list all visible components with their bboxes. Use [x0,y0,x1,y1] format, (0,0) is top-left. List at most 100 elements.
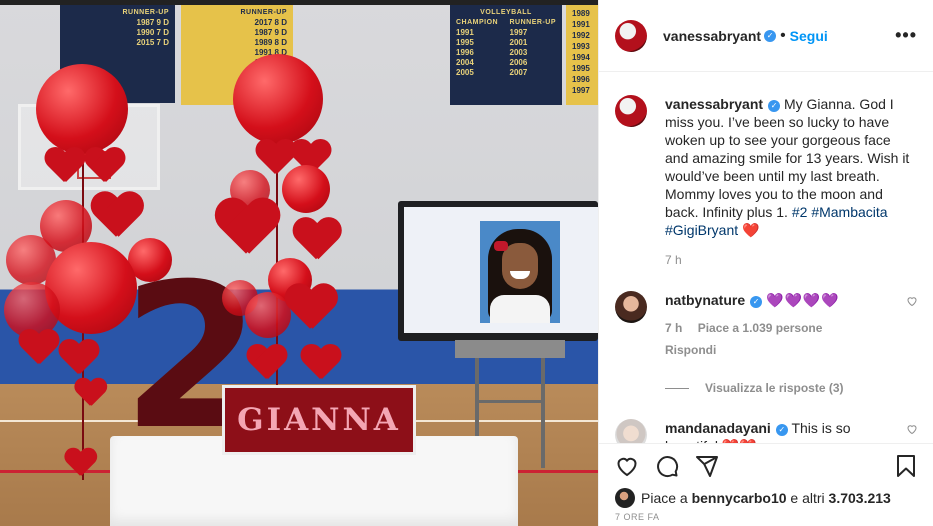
follow-button[interactable]: Segui [790,28,828,44]
banner-title: VOLLEYBALL [480,9,532,16]
hashtag-link[interactable]: #Mambacita [811,204,887,220]
caption-text: My Gianna. God I miss you. I’ve been so … [665,96,910,220]
banner-right: 1989 1991 1992 1993 1994 1995 1996 1997 [566,5,598,105]
balloon [233,54,323,144]
comment-likes[interactable]: Piace a 1.039 persone [698,321,823,335]
banner-col-runner-up: RUNNER-UP 1997 2001 2003 2006 2007 [510,18,557,78]
balloon [36,64,128,154]
balloon [45,242,137,334]
heart-balloon [284,285,336,332]
banner-head: RUNNER-UP [240,9,287,16]
heart-balloon [292,218,340,261]
avatar[interactable] [615,95,647,127]
banner-year: 1995 [572,64,590,73]
banner-year: 1995 [456,38,474,47]
more-options-icon[interactable]: ••• [895,25,917,46]
heart-balloon [214,199,278,257]
likes-user[interactable]: bennycarbo10 [692,490,787,506]
comment-item: natbynature ✓ 💜💜💜💜 7 h Piace a 1.039 pers… [615,291,918,359]
verified-badge-icon: ✓ [750,296,763,308]
comment-username[interactable]: mandanadayani [665,420,771,436]
avatar[interactable] [615,488,635,508]
stand-bar [455,340,565,358]
comments-list[interactable]: vanessabryant ✓ My Gianna. God I miss you… [599,73,933,443]
hashtag-link[interactable]: #GigiBryant [665,222,738,238]
author-username[interactable]: vanessabryant [663,28,761,44]
comment-username[interactable]: natbynature [665,292,745,308]
replies-line [665,387,689,389]
share-icon[interactable] [695,454,719,478]
comment-text: 💜💜💜💜 [766,292,840,308]
heart-outline-icon-svg [907,425,917,435]
heart-outline-icon[interactable] [906,423,918,438]
caption-time[interactable]: 7 h [665,251,917,269]
action-bar [615,454,918,478]
banner-year: 2001 [509,38,528,47]
gianna-rose-sign: GIANNA [222,385,416,455]
banner-col-champion: CHAMPION 1991 1995 1996 2004 2005 [456,18,498,78]
heart-balloon [90,193,142,240]
comment-meta: 7 h Piace a 1.039 persone [665,319,895,337]
banner-head: RUNNER-UP [122,9,169,16]
banner-line: 1987 9 D [136,18,169,27]
banner-line: 1990 7 D [136,28,169,37]
banner-year: 1989 [572,9,590,18]
comment-time[interactable]: 7 h [665,321,682,335]
avatar[interactable] [615,419,647,443]
caption-username[interactable]: vanessabryant [665,96,763,112]
banner-year: 1996 [456,48,474,57]
banner-line: 1989 8 D [254,38,287,47]
portrait-photo [480,221,560,323]
red-heart-emoji: ❤️ [742,222,760,238]
banner-columns: CHAMPION 1991 1995 1996 2004 2005 RUNNER… [456,18,556,78]
comment-body: mandanadayani✓ This is so beautiful ❤️❤️ [665,419,895,443]
post-footer: Piace a bennycarbo10 e altri 3.703.213 7… [599,443,933,526]
banner-year: 1997 [509,28,528,37]
stand-bar [541,358,545,468]
banner-line: 2017 8 D [254,18,287,27]
banner-line: 1987 9 D [254,28,287,37]
comment-icon[interactable] [655,454,679,478]
banner-year: 1992 [572,31,590,40]
banner-year: 1996 [572,75,590,84]
banner-year: 2007 [509,68,528,77]
heart-outline-icon[interactable] [615,454,639,478]
portrait-bow [494,241,508,251]
heart-outline-icon-svg [907,297,917,307]
heart-balloon [74,379,106,408]
heart-balloon [300,345,340,381]
view-replies-button[interactable]: Visualizza le risposte (3) [665,381,918,395]
banner-year: 1991 [456,28,474,37]
tv-monitor [398,201,598,341]
post-photo[interactable]: RUNNER-UP 1987 9 D 1990 7 D 2015 7 D RUN… [0,0,598,526]
avatar[interactable] [615,291,647,323]
banner-year: 1997 [572,86,590,95]
tv-screen [404,207,598,333]
banner-col-head: CHAMPION [456,19,499,26]
heart-balloon [44,148,84,184]
balloon [282,165,330,213]
banner-year: 1991 [572,20,590,29]
post-sidebar: vanessabryant ✓ • Segui ••• vanessabryan… [598,0,933,526]
bookmark-icon[interactable] [894,454,918,478]
verified-badge-icon: ✓ [764,29,777,42]
heart-balloon [246,345,286,381]
banner-year: 2003 [509,48,528,57]
likes-mid: e altri [786,490,829,506]
heart-outline-icon[interactable] [906,295,918,310]
banner-col-head: RUNNER-UP [509,19,556,26]
banner-year: 2005 [456,68,474,77]
reply-button[interactable]: Rispondi [665,341,895,359]
portrait-face [502,243,538,289]
view-replies-label: Visualizza le risposte (3) [705,381,844,395]
banner-volleyball: VOLLEYBALL CHAMPION 1991 1995 1996 2004 … [450,5,562,105]
verified-badge-icon: ✓ [775,424,788,436]
avatar[interactable] [615,19,647,52]
likes-count[interactable]: 3.703.213 [829,490,891,506]
hashtag-link[interactable]: #2 [792,204,808,220]
likes-prefix: Piace a [641,490,692,506]
post-header: vanessabryant ✓ • Segui ••• [599,0,933,72]
banner-year: 2006 [509,58,528,67]
caption: vanessabryant ✓ My Gianna. God I miss you… [615,95,918,269]
separator-dot: • [780,26,786,44]
